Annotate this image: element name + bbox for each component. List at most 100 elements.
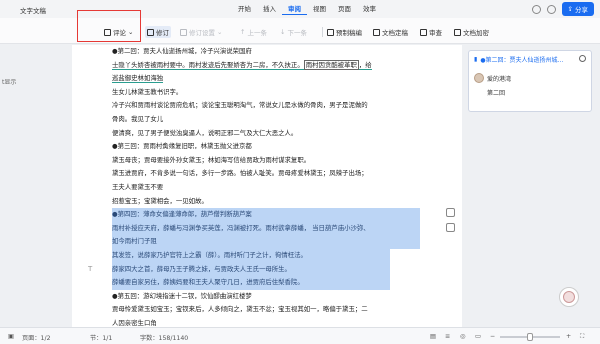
track-changes-button[interactable]: 修订: [145, 26, 171, 38]
document-line[interactable]: 薛蟠要自家另住，薛姨妈要和王夫人聚守几日，进贾府后住梨香院。: [112, 276, 390, 290]
document-line[interactable]: 贾母怜爱黛玉如宝玉；宝钗来后，人多倾向之，黛玉不忿；宝玉视其如一，略偏于黛玉；二: [112, 303, 420, 317]
text-run: 黛玉进贾府，不肯多说一句话，多行一步路。怕被人耻笑。贾母疼爱林黛玉；凤辣子出场；: [112, 169, 368, 178]
track-settings-button[interactable]: 修订设置 ⌄: [180, 26, 222, 38]
menu-review[interactable]: 审阅: [282, 4, 307, 15]
review-panel-button[interactable]: 审查: [420, 26, 442, 38]
text-run: 其发签，说薛家乃护官符上之霸（薛）。雨村听门子之计，徇情枉法。: [112, 250, 307, 259]
text-run: ●第三回：贾雨村夤缘复旧职，林黛玉抛父进京都: [112, 142, 252, 151]
compare-icon: [373, 28, 380, 36]
document-line[interactable]: 巡盐御史林如海独: [112, 72, 420, 86]
next-label: 下一条: [287, 29, 307, 37]
document-line[interactable]: 士隐丫头娇杏被雨村要中。雨村发迹后先娶娇杏为二房，不久扶正。 雨村因贪酷被革职 ，给: [112, 59, 420, 73]
share-button[interactable]: ⇪ 分享: [561, 2, 594, 16]
separator: [322, 27, 323, 37]
resolve-check-icon[interactable]: [579, 55, 586, 62]
text-run: 薛蟠要自家另住，薛姨妈要和王夫人聚守几日，进贾府后住梨香院。: [112, 278, 304, 287]
left-gutter: t显示: [0, 45, 72, 327]
text-run: 如今雨村门子阻: [112, 237, 157, 246]
review-panel-label: 审查: [429, 29, 442, 37]
document-line[interactable]: 骨肉。我见了女儿: [112, 113, 420, 127]
word-count[interactable]: 字数：158/1140: [140, 333, 188, 342]
fullscreen-icon[interactable]: ⛶: [580, 333, 584, 341]
quote-icon: ▮: [474, 56, 478, 63]
cloud-icon[interactable]: [531, 4, 541, 14]
zoom-out-icon[interactable]: −: [490, 333, 495, 340]
document-line[interactable]: 如今雨村门子阻: [112, 235, 420, 249]
page-count[interactable]: 页面：1/2: [22, 333, 51, 342]
document-text[interactable]: ●第二回：贾夫人仙逝扬州城，冷子兴演说荣国府 士隐丫头娇杏被雨村要中。雨村发迹后先…: [112, 45, 420, 327]
encrypt-label: 文档加密: [463, 29, 489, 37]
document-line[interactable]: 黛玉进贾府，不肯多说一句话，多行一步路。怕被人耻笑。贾母疼爱林黛玉；凤辣子出场；: [112, 167, 420, 181]
menu-insert[interactable]: 插入: [257, 4, 282, 15]
document-line[interactable]: ●第三回：贾雨村夤缘复旧职，林黛玉抛父进京都: [112, 140, 420, 154]
save-icon[interactable]: ▣: [8, 333, 14, 340]
add-comment-icon[interactable]: [446, 208, 455, 217]
document-line[interactable]: 黛玉母丧；贾母要接外孙女黛玉；林如海写信给贾政为雨村谋求复职。: [112, 154, 420, 168]
text-run: 雨村因贪酷被革职: [303, 59, 359, 70]
document-line[interactable]: 王夫人要黛玉不要: [112, 181, 420, 195]
document-line[interactable]: 生女儿林黛玉教书识字。: [112, 86, 420, 100]
menu-view[interactable]: 视图: [307, 4, 332, 15]
menu-efficiency[interactable]: 效率: [357, 4, 382, 15]
document-icon: [327, 28, 334, 36]
status-bar: ▣ 页面：1/2 节：1/1 字数：158/1140 ▤ ≡ ◎ ▭ − + ⛶: [0, 327, 600, 344]
text-run: 王夫人要黛玉不要: [112, 182, 164, 191]
document-line[interactable]: 人因亲密生口角: [112, 317, 420, 327]
review-icon: [420, 28, 427, 36]
arrow-down-icon: ↓: [280, 28, 286, 36]
document-line[interactable]: 其发签，说薛家乃护官符上之霸（薛）。雨村听门子之计，徇情枉法。: [112, 248, 390, 263]
comment-card[interactable]: ▮ ●第二回：贾夫人仙逝扬州城... 爱的港湾 第二回: [468, 50, 592, 112]
web-view-icon[interactable]: ◎: [460, 333, 465, 340]
menu-page[interactable]: 页面: [332, 4, 357, 15]
document-line[interactable]: 便清爽，见了男子便觉浊臭逼人，说明正邪二气及大仁大恶之人。: [112, 127, 420, 141]
text-run: 薛家四大之首，薛母乃王子腾之妹，与贾政夫人王氏一母所生。: [112, 264, 291, 273]
share-label: 分享: [575, 6, 588, 14]
text-run: 人因亲密生口角: [112, 318, 157, 327]
text-run: 贾母怜爱黛玉如宝玉；宝钗来后，人多倾向之，黛玉不忿；宝玉视其如一，略偏于黛玉；二: [112, 305, 368, 314]
document-line[interactable]: 薛家四大之首，薛母乃王子腾之妹，与贾政夫人王氏一母所生。: [112, 262, 390, 277]
side-mini-tools: [446, 208, 455, 232]
encrypt-button[interactable]: 文档加密: [454, 26, 489, 38]
compare-button[interactable]: 文档定稿: [373, 26, 408, 38]
comment-pane: ▮ ●第二回：贾夫人仙逝扬州城... 爱的港湾 第二回: [462, 45, 600, 327]
zoom-knob[interactable]: [527, 333, 533, 341]
title-actions: ⇪ 分享: [531, 2, 594, 16]
text-run: 招惹宝玉；宝黛相会，一见如故。: [112, 196, 208, 205]
more-icon[interactable]: [446, 223, 455, 232]
document-line[interactable]: 冷子兴和贾雨村谈论贾府危机；谈论宝玉聪明淘气，常说女儿是水做的骨肉，男子是泥做的: [112, 99, 420, 113]
final-state-label: 预制稿编: [336, 29, 362, 37]
menu-home[interactable]: 开始: [232, 4, 257, 15]
document-line[interactable]: 雨村补授应天府，薛蟠与冯渊争买英莲，冯渊被打死。雨村欲拿薛蟠， 当日葫芦庙小沙弥…: [112, 221, 420, 236]
text-run: 骨肉。我见了女儿: [112, 114, 164, 123]
comment-anchor: ▮ ●第二回：贾夫人仙逝扬州城...: [474, 55, 563, 64]
outline-icon[interactable]: ≡: [445, 333, 450, 340]
document-line[interactable]: 招惹宝玉；宝黛相会，一见如故。: [112, 195, 420, 209]
settings-icon: [180, 28, 187, 36]
view-icon[interactable]: ▤: [430, 333, 436, 340]
text-run: 冷子兴和贾雨村谈论贾府危机；谈论宝玉聪明淘气，常说女儿是水做的骨肉，男子是泥做的: [112, 101, 368, 110]
main-menu: 开始 插入 审阅 视图 页面 效率: [232, 4, 382, 15]
gutter-label: t显示: [2, 79, 17, 86]
track-changes-icon: [147, 28, 154, 36]
history-icon[interactable]: [546, 4, 556, 14]
final-state-button[interactable]: 预制稿编: [327, 26, 362, 38]
read-icon[interactable]: ▭: [475, 333, 481, 340]
zoom-slider[interactable]: [500, 333, 560, 341]
comment-body: 第二回: [487, 90, 506, 97]
text-run: ●第四回：薄命女偏逢薄命郎，葫芦僧判断葫芦案: [112, 210, 252, 219]
text-run: 黛玉母丧；贾母要接外孙女黛玉；林如海写信给贾政为雨村谋求复职。: [112, 155, 311, 164]
document-line[interactable]: ●第二回：贾夫人仙逝扬州城，冷子兴演说荣国府: [112, 45, 420, 59]
text-run: ，给: [358, 60, 372, 70]
section-count: 节：1/1: [90, 335, 113, 342]
track-settings-label: 修订设置: [189, 29, 215, 37]
assistant-avatar-button[interactable]: [559, 287, 579, 307]
document-line[interactable]: ●第四回：薄命女偏逢薄命郎，葫芦僧判断葫芦案: [112, 208, 420, 222]
next-change-button[interactable]: ↓ 下一条: [280, 26, 307, 38]
comment-author-name: 爱的港湾: [487, 75, 512, 83]
document-page[interactable]: ●第二回：贾夫人仙逝扬州城，冷子兴演说荣国府 士隐丫头娇杏被雨村要中。雨村发迹后先…: [72, 45, 462, 327]
prev-change-button[interactable]: ↑ 上一条: [240, 26, 267, 38]
track-changes-label: 修订: [156, 29, 169, 37]
document-line[interactable]: ●第五回：游幻境指迷十二钗，饮仙醪曲演红楼梦: [112, 290, 420, 304]
document-title: 文字文稿: [20, 7, 46, 15]
zoom-in-button[interactable]: +: [566, 333, 571, 340]
